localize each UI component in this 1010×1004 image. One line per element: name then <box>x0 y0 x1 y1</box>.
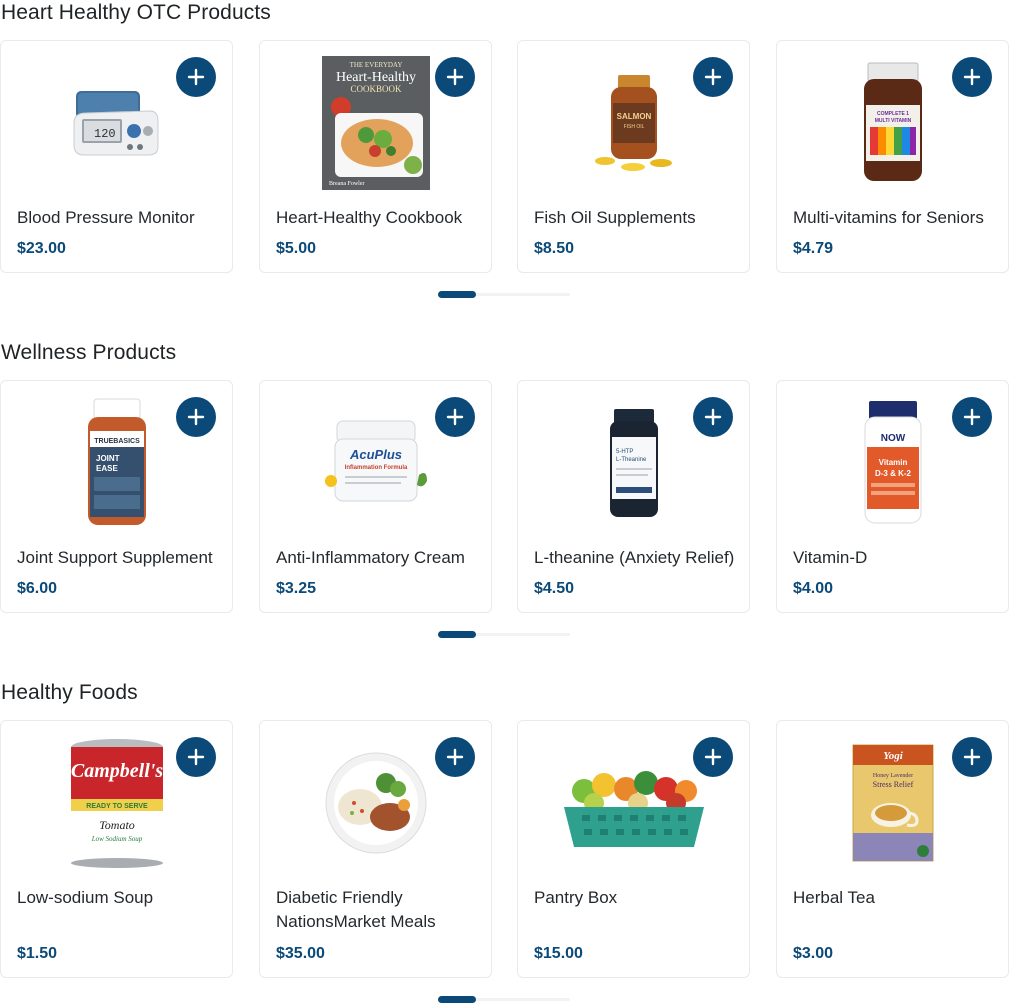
scrollbar-thumb[interactable] <box>438 631 476 638</box>
svg-text:EASE: EASE <box>96 464 118 473</box>
product-price: $4.00 <box>793 580 834 597</box>
product-card-l-theanine[interactable]: 5-HTP L-Theanine L-theanine (Anxiety Rel… <box>517 380 750 613</box>
product-card-diabetic-meals[interactable]: Diabetic Friendly NationsMarket Meals $3… <box>259 720 492 978</box>
svg-text:JOINT: JOINT <box>96 454 120 463</box>
product-price: $8.50 <box>534 240 575 257</box>
add-to-cart-button[interactable] <box>693 737 733 777</box>
svg-text:FISH OIL: FISH OIL <box>623 124 644 130</box>
scrollbar-thumb[interactable] <box>438 996 476 1003</box>
svg-text:AcuPlus: AcuPlus <box>348 447 401 462</box>
product-price: $4.50 <box>534 580 575 597</box>
svg-text:5-HTP: 5-HTP <box>616 449 633 455</box>
add-to-cart-button[interactable] <box>176 397 216 437</box>
product-name[interactable]: L-theanine (Anxiety Relief) <box>534 546 741 570</box>
product-card-soup[interactable]: Campbell's READY TO SERVE Tomato Low Sod… <box>0 720 233 978</box>
svg-text:120: 120 <box>94 127 116 141</box>
product-price: $35.00 <box>276 945 325 962</box>
svg-text:READY TO SERVE: READY TO SERVE <box>86 803 148 810</box>
add-to-cart-button[interactable] <box>176 737 216 777</box>
add-to-cart-button[interactable] <box>693 397 733 437</box>
plus-icon <box>187 68 205 86</box>
svg-text:Honey Lavender: Honey Lavender <box>872 773 912 779</box>
product-card-fish-oil[interactable]: SALMON FISH OIL Fish Oil Supplements $8.… <box>517 40 750 273</box>
plus-icon <box>187 408 205 426</box>
plus-icon <box>963 68 981 86</box>
svg-text:SALMON: SALMON <box>616 112 651 121</box>
svg-text:L-Theanine: L-Theanine <box>616 457 647 463</box>
product-name[interactable]: Blood Pressure Monitor <box>17 206 224 230</box>
svg-text:TRUEBASICS: TRUEBASICS <box>94 438 140 445</box>
svg-text:MULTI VITAMIN: MULTI VITAMIN <box>874 118 911 124</box>
add-to-cart-button[interactable] <box>693 57 733 97</box>
product-name[interactable]: Pantry Box <box>534 886 741 910</box>
product-price: $3.00 <box>793 945 834 962</box>
add-to-cart-button[interactable] <box>952 397 992 437</box>
plus-icon <box>187 748 205 766</box>
svg-text:COOKBOOK: COOKBOOK <box>350 84 402 94</box>
carousel-scrollbar[interactable] <box>438 291 570 298</box>
svg-text:Campbell's: Campbell's <box>70 760 162 782</box>
plus-icon <box>704 68 722 86</box>
product-card-cookbook[interactable]: THE EVERYDAY Heart-Healthy COOKBOOK Brea… <box>259 40 492 273</box>
product-name[interactable]: Anti-Inflammatory Cream <box>276 546 483 570</box>
product-name[interactable]: Diabetic Friendly NationsMarket Meals <box>276 886 483 934</box>
add-to-cart-button[interactable] <box>952 57 992 97</box>
product-card-blood-pressure-monitor[interactable]: 120 Blood Pressure Monitor $23.00 <box>0 40 233 273</box>
svg-text:Yogi: Yogi <box>883 750 904 762</box>
product-card-vitamin-d[interactable]: NOW Vitamin D-3 & K-2 Vitamin-D $4.00 <box>776 380 1009 613</box>
plus-icon <box>446 408 464 426</box>
add-to-cart-button[interactable] <box>435 397 475 437</box>
product-price: $23.00 <box>17 240 66 257</box>
product-name[interactable]: Herbal Tea <box>793 886 1000 910</box>
product-price: $1.50 <box>17 945 58 962</box>
svg-text:THE EVERYDAY: THE EVERYDAY <box>349 61 402 69</box>
product-card-pantry-box[interactable]: Pantry Box $15.00 <box>517 720 750 978</box>
add-to-cart-button[interactable] <box>952 737 992 777</box>
plus-icon <box>963 748 981 766</box>
product-price: $6.00 <box>17 580 58 597</box>
plus-icon <box>963 408 981 426</box>
product-name[interactable]: Low-sodium Soup <box>17 886 224 910</box>
svg-text:Inflammation Formula: Inflammation Formula <box>344 465 407 471</box>
product-card-multivitamin[interactable]: COMPLETE 1 MULTI VITAMIN Multi-vitamins … <box>776 40 1009 273</box>
product-card-joint-support[interactable]: TRUEBASICS JOINT EASE Joint Support Supp… <box>0 380 233 613</box>
svg-text:Tomato: Tomato <box>99 818 135 832</box>
svg-text:NOW: NOW <box>880 433 905 444</box>
add-to-cart-button[interactable] <box>435 737 475 777</box>
product-price: $3.25 <box>276 580 317 597</box>
product-name[interactable]: Vitamin-D <box>793 546 1000 570</box>
section-title: Wellness Products <box>1 341 177 364</box>
section-title: Heart Healthy OTC Products <box>1 1 271 24</box>
carousel-scrollbar[interactable] <box>438 631 570 638</box>
add-to-cart-button[interactable] <box>176 57 216 97</box>
scrollbar-thumb[interactable] <box>438 291 476 298</box>
section-title: Healthy Foods <box>1 681 138 704</box>
svg-text:Heart-Healthy: Heart-Healthy <box>335 70 415 85</box>
add-to-cart-button[interactable] <box>435 57 475 97</box>
carousel-scrollbar[interactable] <box>438 996 570 1003</box>
product-price: $5.00 <box>276 240 317 257</box>
svg-text:Breana Fowler: Breana Fowler <box>329 181 365 187</box>
product-price: $4.79 <box>793 240 834 257</box>
product-name[interactable]: Joint Support Supplement <box>17 546 224 570</box>
plus-icon <box>704 408 722 426</box>
product-name[interactable]: Fish Oil Supplements <box>534 206 741 230</box>
product-name[interactable]: Multi-vitamins for Seniors <box>793 206 1000 230</box>
svg-text:D-3 & K-2: D-3 & K-2 <box>874 469 911 478</box>
product-card-anti-inflammatory[interactable]: AcuPlus Inflammation Formula Anti-Inflam… <box>259 380 492 613</box>
plus-icon <box>446 68 464 86</box>
svg-text:Low Sodium Soup: Low Sodium Soup <box>90 835 142 843</box>
svg-text:Stress Relief: Stress Relief <box>872 780 913 789</box>
product-price: $15.00 <box>534 945 583 962</box>
plus-icon <box>446 748 464 766</box>
svg-text:COMPLETE 1: COMPLETE 1 <box>877 111 909 117</box>
product-card-herbal-tea[interactable]: Yogi Honey Lavender Stress Relief Herbal… <box>776 720 1009 978</box>
svg-text:Vitamin: Vitamin <box>878 458 907 467</box>
product-name[interactable]: Heart-Healthy Cookbook <box>276 206 483 230</box>
plus-icon <box>704 748 722 766</box>
